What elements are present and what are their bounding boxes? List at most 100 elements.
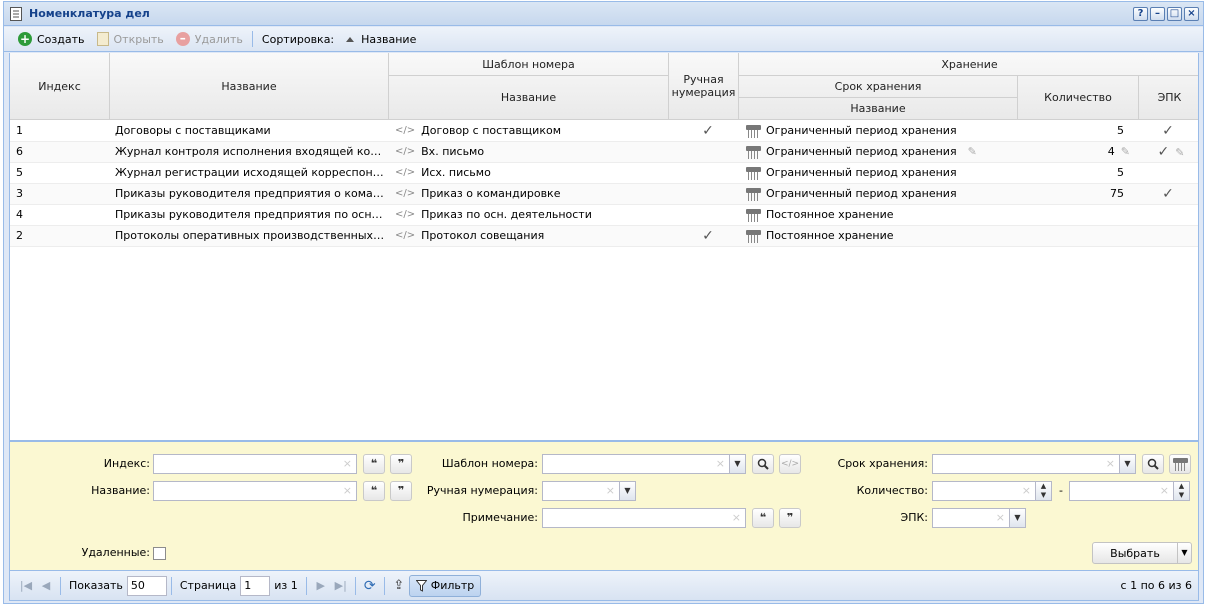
column-header-term-name[interactable]: Название <box>739 98 1018 120</box>
quantity-to-input[interactable]: × <box>1069 481 1174 501</box>
table-row[interactable]: 1 Договоры с поставщиками </> Договор с п… <box>10 121 1198 142</box>
quantity-filter-label: Количество: <box>856 484 928 497</box>
page-number-input[interactable]: 1 <box>240 575 271 596</box>
table-row[interactable]: 5 Журнал регистрации исходящей корреспон… <box>10 163 1198 184</box>
name-filter-input[interactable]: × <box>153 481 357 501</box>
open-button[interactable]: Открыть <box>91 29 170 49</box>
minimize-icon[interactable]: – <box>1150 7 1165 21</box>
sort-button[interactable]: Название <box>340 29 422 49</box>
template-name: Вх. письмо <box>421 145 485 158</box>
cell-index: 3 <box>16 187 23 200</box>
quantity-to-spinner[interactable]: ▲ ▼ <box>1173 481 1190 501</box>
maximize-icon[interactable]: □ <box>1167 7 1182 21</box>
page-label: Страница <box>179 579 237 592</box>
clear-icon[interactable]: × <box>343 458 352 470</box>
select-button[interactable]: Выбрать ▼ <box>1092 542 1192 564</box>
table-row[interactable]: 3 Приказы руководителя предприятия о ком… <box>10 184 1198 205</box>
clear-icon[interactable]: × <box>1106 458 1115 470</box>
note-filter-label: Примечание: <box>462 511 538 524</box>
template-filter-input[interactable]: × <box>542 454 730 474</box>
column-header-epk[interactable]: ЭПК <box>1139 76 1198 120</box>
edit-icon[interactable]: ✎ <box>1121 145 1130 158</box>
cell-template: </> Приказ по осн. деятельности <box>395 205 670 225</box>
quote-open-button[interactable]: ❝ <box>363 481 385 501</box>
chevron-down-icon[interactable]: ▼ <box>1119 454 1136 474</box>
chevron-down-icon[interactable]: ▼ <box>729 454 746 474</box>
window-title: Номенклатура дел <box>29 7 150 20</box>
shredder-button[interactable] <box>1169 454 1191 474</box>
create-button[interactable]: + Создать <box>12 29 91 49</box>
search-button[interactable] <box>1142 454 1164 474</box>
shredder-icon <box>746 208 761 222</box>
note-filter-input[interactable]: × <box>542 508 746 528</box>
page-count: из 1 <box>274 579 298 592</box>
close-icon[interactable]: × <box>1184 7 1199 21</box>
table-row[interactable]: 6 Журнал контроля исполнения входящей ко… <box>10 142 1198 163</box>
code-icon: </> <box>395 146 416 157</box>
chevron-down-icon[interactable]: ▼ <box>619 481 636 501</box>
shredder-icon <box>746 124 761 138</box>
search-button[interactable] <box>752 454 774 474</box>
quantity-value: 75 <box>1110 187 1124 200</box>
edit-icon[interactable]: ✎ <box>968 142 977 162</box>
column-header-manual-numbering[interactable]: Ручная нумерация <box>669 53 739 120</box>
export-icon[interactable]: ⇪ <box>389 576 409 596</box>
code-button[interactable]: </> <box>779 454 801 474</box>
help-icon[interactable]: ? <box>1133 7 1148 21</box>
table-row[interactable]: 2 Протоколы оперативных производственных… <box>10 226 1198 247</box>
previous-page-icon[interactable]: ◀ <box>36 576 56 596</box>
pager-separator <box>60 576 61 595</box>
column-header-template-name[interactable]: Название <box>389 76 669 120</box>
cell-term: Постоянное хранение <box>746 205 1018 225</box>
nomenclature-grid: Индекс Название Шаблон номера Название Р… <box>9 53 1199 441</box>
filter-toggle-label: Фильтр <box>430 579 475 592</box>
filter-panel: Индекс: × ❝ ❞ Название: × ❝ ❞ Удаленные:… <box>9 441 1199 571</box>
column-header-quantity[interactable]: Количество <box>1018 76 1139 120</box>
table-row[interactable]: 4 Приказы руководителя предприятия по ос… <box>10 205 1198 226</box>
filter-toggle-button[interactable]: Фильтр <box>408 574 482 597</box>
page-size-input[interactable]: 50 <box>126 575 167 596</box>
delete-button[interactable]: – Удалить <box>170 29 249 49</box>
cell-template: </> Приказ о командировке <box>395 184 670 204</box>
last-page-icon[interactable]: ▶| <box>331 576 351 596</box>
clear-icon[interactable]: × <box>1022 485 1031 497</box>
column-header-name[interactable]: Название <box>110 53 389 120</box>
next-page-icon[interactable]: ▶ <box>311 576 331 596</box>
epk-filter-input[interactable]: × <box>932 508 1010 528</box>
clear-icon[interactable]: × <box>1160 485 1169 497</box>
edit-icon[interactable]: ✎ <box>1175 146 1184 159</box>
clear-icon[interactable]: × <box>343 485 352 497</box>
pager-separator <box>383 576 385 595</box>
chevron-down-icon[interactable]: ▼ <box>1177 543 1191 563</box>
term-filter-input[interactable]: × <box>932 454 1120 474</box>
clear-icon[interactable]: × <box>716 458 725 470</box>
check-icon <box>673 142 743 162</box>
grid-body: 1 Договоры с поставщиками </> Договор с п… <box>10 121 1198 247</box>
index-filter-label: Индекс: <box>103 457 150 470</box>
sort-ascending-icon <box>346 36 355 42</box>
index-filter-input[interactable]: × <box>153 454 357 474</box>
column-group-storage: Хранение <box>739 53 1198 76</box>
sort-value: Название <box>361 32 417 46</box>
quote-open-button[interactable]: ❝ <box>363 454 385 474</box>
clear-icon[interactable]: × <box>996 512 1005 524</box>
quantity-from-spinner[interactable]: ▲ ▼ <box>1035 481 1052 501</box>
select-button-label: Выбрать <box>1110 546 1160 560</box>
chevron-down-icon[interactable]: ▼ <box>1009 508 1026 528</box>
shredder-icon <box>746 145 761 159</box>
cell-template: </> Исх. письмо <box>395 163 670 183</box>
quote-open-button[interactable]: ❝ <box>752 508 774 528</box>
column-header-index[interactable]: Индекс <box>10 53 110 120</box>
refresh-icon[interactable]: ⟳ <box>360 576 380 596</box>
funnel-icon <box>415 579 427 592</box>
first-page-icon[interactable]: |◀ <box>16 576 36 596</box>
cell-quantity: 5 <box>1022 163 1140 183</box>
clear-icon[interactable]: × <box>606 485 615 497</box>
manual-filter-input[interactable]: × <box>542 481 620 501</box>
term-name: Ограниченный период хранения <box>766 166 957 179</box>
deleted-checkbox[interactable] <box>153 547 166 560</box>
quantity-from-input[interactable]: × <box>932 481 1036 501</box>
quote-close-button[interactable]: ❞ <box>779 508 801 528</box>
clear-icon[interactable]: × <box>732 512 741 524</box>
template-name: Договор с поставщиком <box>421 124 561 137</box>
